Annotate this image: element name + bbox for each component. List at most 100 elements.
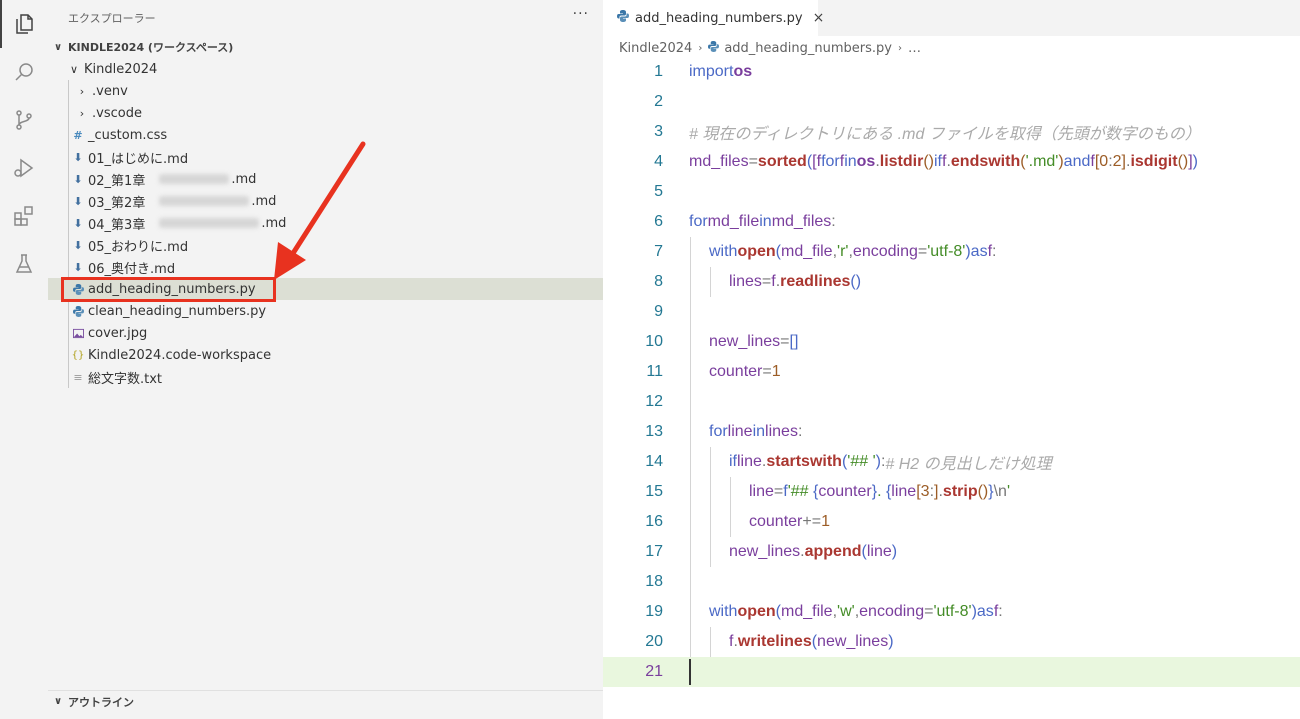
indent-guide [690, 597, 691, 627]
breadcrumb-more[interactable]: … [908, 41, 921, 56]
code-line-current: 21 [603, 657, 1300, 687]
tab-add-heading-numbers[interactable]: add_heading_numbers.py × [603, 0, 824, 36]
tree-folder-vscode[interactable]: › .vscode [48, 102, 603, 124]
annotation-arrow [274, 141, 366, 280]
outline-header[interactable]: ∨ アウトライン [48, 690, 603, 712]
indent-guide [690, 327, 691, 357]
tab-bar: add_heading_numbers.py × [603, 0, 1300, 36]
testing-icon[interactable] [0, 240, 48, 288]
breadcrumb-folder[interactable]: Kindle2024 [619, 41, 692, 56]
tree-item-label: 03_第2章 [88, 195, 146, 211]
explorer-icon[interactable] [0, 0, 48, 48]
line-text: md_files = sorted([f for f in os. listdir… [689, 153, 1198, 170]
indent-guide [690, 417, 691, 447]
tree-item-suffix: .md [231, 171, 257, 187]
indent-guide [690, 537, 691, 567]
code-line: 16 counter += 1 [603, 507, 1300, 537]
line-text: for line in lines: [709, 423, 803, 440]
chevron-down-icon: ∨ [69, 62, 79, 76]
line-text: line = f '## {counter}. {line[3:]. strip()… [749, 483, 1010, 500]
indent-guide [690, 567, 691, 597]
python-icon [70, 305, 86, 317]
code-line: 11 counter = 1 [603, 357, 1300, 387]
extensions-icon[interactable] [0, 192, 48, 240]
tree-item-label: .vscode [92, 105, 142, 121]
css-hash-icon: # [73, 128, 83, 142]
indent-guide [710, 627, 711, 657]
line-number: 13 [645, 423, 663, 440]
line-number: 21 [645, 663, 663, 680]
code-line: 1 import os [603, 57, 1300, 87]
activity-bar [0, 0, 48, 719]
more-actions-button[interactable]: ··· [573, 6, 589, 22]
markdown-download-icon: ⬇ [73, 216, 83, 230]
line-number: 12 [645, 393, 663, 410]
code-line: 5 [603, 177, 1300, 207]
chevron-right-icon: › [698, 42, 703, 54]
tree-item-label: Kindle2024.code-workspace [88, 347, 272, 363]
code-line: 13 for line in lines: [603, 417, 1300, 447]
line-text: with open(md_file, 'r', encoding ='utf-8'… [709, 243, 997, 260]
line-number: 2 [654, 93, 663, 110]
breadcrumb-file[interactable]: add_heading_numbers.py [724, 41, 892, 56]
code-line: 17 new_lines. append(line) [603, 537, 1300, 567]
chevron-down-icon: ∨ [53, 696, 63, 707]
line-text: lines = f. readlines() [729, 273, 862, 290]
line-number: 1 [654, 63, 663, 80]
code-line: 4 md_files = sorted([f for f in os. listd… [603, 147, 1300, 177]
markdown-download-icon: ⬇ [73, 238, 83, 252]
line-text: new_lines = [] [709, 333, 799, 350]
source-control-icon[interactable] [0, 96, 48, 144]
search-icon[interactable] [0, 48, 48, 96]
blurred-text [159, 174, 230, 184]
tree-folder-root[interactable]: ∨ Kindle2024 [48, 58, 603, 80]
tree-file-txt[interactable]: ≡ 総文字数.txt [48, 366, 603, 388]
tree-item-label: 02_第1章 [88, 173, 146, 189]
blurred-text [159, 218, 260, 228]
markdown-download-icon: ⬇ [73, 260, 83, 274]
code-line: 9 [603, 297, 1300, 327]
image-icon [70, 328, 86, 339]
code-line: 19 with open(md_file, 'w', encoding ='utf… [603, 597, 1300, 627]
indent-guide [690, 477, 691, 507]
tree-item-label: cover.jpg [88, 325, 148, 341]
highlight-box [61, 277, 276, 302]
line-number: 20 [645, 633, 663, 650]
tree-file-clean-heading[interactable]: clean_heading_numbers.py [48, 300, 603, 322]
text-file-icon: ≡ [73, 370, 83, 384]
markdown-download-icon: ⬇ [73, 194, 83, 208]
tree-file-cover[interactable]: cover.jpg [48, 322, 603, 344]
workspace-header[interactable]: ∨ KINDLE2024 (ワークスペース) [48, 36, 603, 58]
code-line: 8 lines = f. readlines() [603, 267, 1300, 297]
line-number: 8 [654, 273, 663, 290]
code-line: 18 [603, 567, 1300, 597]
tree-item-label: clean_heading_numbers.py [88, 303, 267, 319]
chevron-right-icon: › [79, 106, 85, 120]
indent-guide [710, 537, 711, 567]
line-text: # 現在のディレクトリにある .md ファイルを取得（先頭が数字のもの） [689, 126, 1201, 143]
line-number: 19 [645, 603, 663, 620]
indent-guide [710, 267, 711, 297]
code-line: 10 new_lines = [] [603, 327, 1300, 357]
folder-label: Kindle2024 [84, 61, 158, 77]
close-icon[interactable]: × [813, 10, 825, 26]
tree-file-workspace[interactable]: {} Kindle2024.code-workspace [48, 344, 603, 366]
workspace-label: KINDLE2024 (ワークスペース) [68, 41, 234, 54]
indent-guide [690, 357, 691, 387]
code-area[interactable]: 1 import os 2 3 # 現在のディレクトリにある .md ファイルを… [603, 57, 1300, 687]
blurred-text [159, 196, 250, 206]
tree-item-label: .venv [92, 83, 128, 99]
run-debug-icon[interactable] [0, 144, 48, 192]
line-number: 16 [645, 513, 663, 530]
tree-folder-venv[interactable]: › .venv [48, 80, 603, 102]
chevron-right-icon: › [897, 42, 902, 54]
line-text: new_lines. append(line) [729, 543, 898, 560]
line-text: if line. startswith('## '): # H2 の見出しだけ処理 [729, 453, 1052, 473]
indent-guide [690, 627, 691, 657]
line-number: 17 [645, 543, 663, 560]
indent-guide [690, 447, 691, 477]
chevron-right-icon: › [79, 84, 85, 98]
python-icon [617, 10, 629, 26]
indent-guide [690, 237, 691, 267]
line-number: 15 [645, 483, 663, 500]
